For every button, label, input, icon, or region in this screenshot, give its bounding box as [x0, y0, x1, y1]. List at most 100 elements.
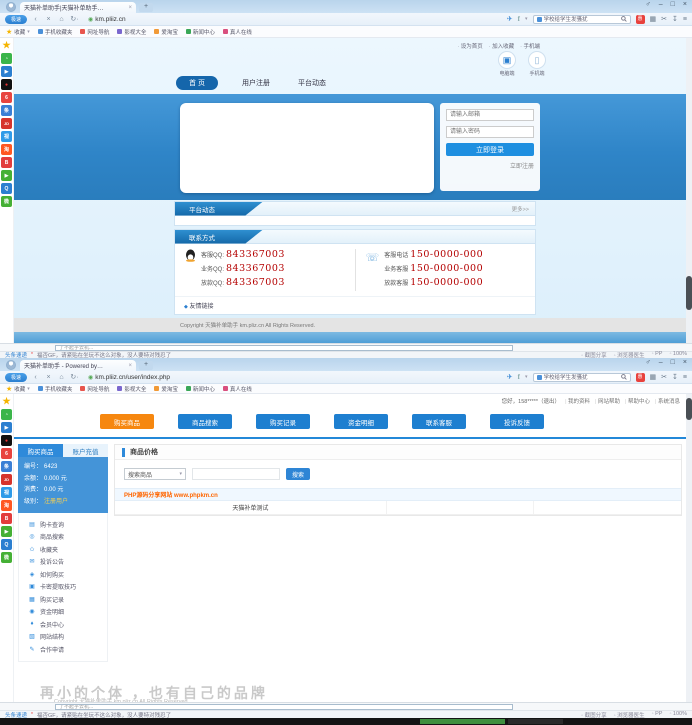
- side-shortcut-icon[interactable]: 微: [1, 552, 12, 563]
- search-category-select[interactable]: 搜索商品 ▾: [124, 468, 186, 480]
- side-shortcut-icon[interactable]: ▶: [1, 170, 12, 181]
- sidebar-menu-item[interactable]: ✎ 合作申请: [19, 643, 107, 656]
- menu-icon[interactable]: ≡: [683, 16, 687, 23]
- side-shortcut-icon[interactable]: ▶: [1, 526, 12, 537]
- user-avatar-icon[interactable]: [6, 2, 16, 12]
- scrollbar-thumb[interactable]: [686, 276, 692, 310]
- password-input[interactable]: [446, 126, 534, 138]
- side-shortcut-icon[interactable]: 视: [1, 131, 12, 142]
- sidebar-menu-item[interactable]: ▣ 卡密提取技巧: [19, 581, 107, 594]
- bookmark-item[interactable]: 真人在线: [223, 28, 252, 36]
- speed-mode-button[interactable]: 极速: [5, 15, 27, 24]
- side-shortcut-icon[interactable]: 6: [1, 92, 12, 103]
- bookmark-item[interactable]: 真人在线: [223, 385, 252, 393]
- side-shortcut-icon[interactable]: 淘: [1, 144, 12, 155]
- promo-icon[interactable]: 惠: [636, 15, 645, 24]
- nav-home[interactable]: 首 页: [176, 76, 218, 90]
- quick-search-input[interactable]: [55, 704, 513, 710]
- window-control-button[interactable]: ×: [683, 359, 687, 366]
- menu-icon[interactable]: ≡: [683, 374, 687, 381]
- sidebar-menu-item[interactable]: ▦ 购买记录: [19, 593, 107, 606]
- home-button[interactable]: ⌂: [57, 16, 66, 23]
- search-icon[interactable]: [621, 16, 627, 22]
- nav-news[interactable]: 平台动态: [294, 76, 330, 90]
- user-avatar-icon[interactable]: [6, 360, 16, 370]
- bookmark-item[interactable]: 影视大全: [117, 385, 146, 393]
- side-shortcut-icon[interactable]: Q: [1, 539, 12, 550]
- page-scrollbar[interactable]: [686, 394, 692, 702]
- side-shortcut-icon[interactable]: ▶: [1, 66, 12, 77]
- side-shortcut-icon[interactable]: ●: [1, 79, 12, 90]
- address-bar[interactable]: ◉ km.pliiz.cn/user/index.php: [88, 374, 170, 381]
- bookmark-item[interactable]: 影视大全: [117, 28, 146, 36]
- sidebar-menu-item[interactable]: ✩ 收藏夹: [19, 543, 107, 556]
- side-shortcut-icon[interactable]: B: [1, 157, 12, 168]
- window-control-button[interactable]: –: [659, 1, 663, 8]
- search-button[interactable]: 搜索: [286, 468, 310, 480]
- bookmark-item[interactable]: 手机收藏夹: [38, 385, 73, 393]
- sidebar-menu-item[interactable]: ▧ 网站结构: [19, 631, 107, 644]
- sidebar-menu-item[interactable]: ◎ 商品搜索: [19, 531, 107, 544]
- tab-buy-goods[interactable]: 购买商品: [18, 444, 63, 457]
- table-row[interactable]: 天猫补单测试: [115, 501, 681, 515]
- top-link[interactable]: 设为首页: [457, 42, 482, 50]
- side-shortcut-icon[interactable]: 微: [1, 196, 12, 207]
- window-control-button[interactable]: –: [659, 359, 663, 366]
- nav-button[interactable]: 联系客服: [412, 414, 466, 429]
- page-scrollbar[interactable]: [686, 38, 692, 343]
- header-link[interactable]: 网站帮助: [595, 397, 620, 405]
- quick-search-input[interactable]: [55, 345, 513, 351]
- tab-close-icon[interactable]: ×: [128, 363, 132, 369]
- back-button[interactable]: ‹: [31, 374, 40, 381]
- register-link[interactable]: 立即注册: [446, 161, 534, 170]
- stop-button[interactable]: ×: [44, 374, 53, 381]
- side-shortcut-icon[interactable]: 条: [1, 461, 12, 472]
- download-icon[interactable]: ↧: [672, 15, 678, 23]
- nav-button[interactable]: 资金明细: [334, 414, 388, 429]
- browser-search-input[interactable]: 学校给学生发骚扰: [533, 373, 631, 382]
- header-link[interactable]: 系统消息: [655, 397, 680, 405]
- more-link[interactable]: 更多>>: [512, 205, 529, 213]
- bookmark-item[interactable]: 网址导航: [80, 28, 109, 36]
- speed-mode-button[interactable]: 极速: [5, 373, 27, 382]
- taskbar[interactable]: [0, 718, 692, 725]
- plugin-icon[interactable]: f: [518, 15, 520, 23]
- apps-icon[interactable]: ▦: [650, 373, 657, 381]
- promo-link[interactable]: PHP源码分享网站 www.phpkm.cn: [115, 488, 681, 501]
- window-control-button[interactable]: ♂: [646, 1, 651, 8]
- chevron-down-icon[interactable]: ▾: [525, 374, 528, 380]
- sidebar-menu-item[interactable]: ♦ 会员中心: [19, 618, 107, 631]
- search-icon[interactable]: [621, 374, 627, 380]
- side-shortcut-icon[interactable]: ◔: [1, 53, 12, 64]
- bookmark-item[interactable]: 爱淘宝: [154, 28, 178, 36]
- side-shortcut-icon[interactable]: ★: [1, 40, 12, 51]
- screenshot-icon[interactable]: ✂: [661, 373, 667, 381]
- side-shortcut-icon[interactable]: 淘: [1, 500, 12, 511]
- side-shortcut-icon[interactable]: ◔: [1, 409, 12, 420]
- new-tab-button[interactable]: +: [139, 3, 153, 12]
- email-input[interactable]: [446, 109, 534, 121]
- plugin-icon[interactable]: f: [518, 373, 520, 381]
- pc-version-item[interactable]: ▣ 电脑端: [498, 51, 516, 77]
- side-shortcut-icon[interactable]: 6: [1, 448, 12, 459]
- side-shortcut-icon[interactable]: B: [1, 513, 12, 524]
- bookmark-item[interactable]: 爱淘宝: [154, 385, 178, 393]
- bookmarks-folder[interactable]: ★ 收藏 ▾: [6, 28, 30, 36]
- sidebar-menu-item[interactable]: ✉ 投诉公告: [19, 556, 107, 569]
- side-shortcut-icon[interactable]: ●: [1, 435, 12, 446]
- bookmark-item[interactable]: 手机收藏夹: [38, 28, 73, 36]
- download-icon[interactable]: ↧: [672, 373, 678, 381]
- side-shortcut-icon[interactable]: 条: [1, 105, 12, 116]
- sidebar-menu-item[interactable]: ◈ 如何购买: [19, 568, 107, 581]
- side-shortcut-icon[interactable]: 视: [1, 487, 12, 498]
- screenshot-icon[interactable]: ✂: [661, 15, 667, 23]
- tab-recharge[interactable]: 账户充值: [63, 444, 108, 457]
- nav-button[interactable]: 购买记录: [256, 414, 310, 429]
- friend-links[interactable]: ◆ 友情链接: [175, 296, 535, 314]
- share-icon[interactable]: ✈: [507, 373, 513, 381]
- bookmark-item[interactable]: 新闻中心: [186, 385, 215, 393]
- header-link[interactable]: 帮助中心: [625, 397, 650, 405]
- bookmark-item[interactable]: 新闻中心: [186, 28, 215, 36]
- tab-close-icon[interactable]: ×: [128, 5, 132, 11]
- window-control-button[interactable]: □: [671, 359, 675, 366]
